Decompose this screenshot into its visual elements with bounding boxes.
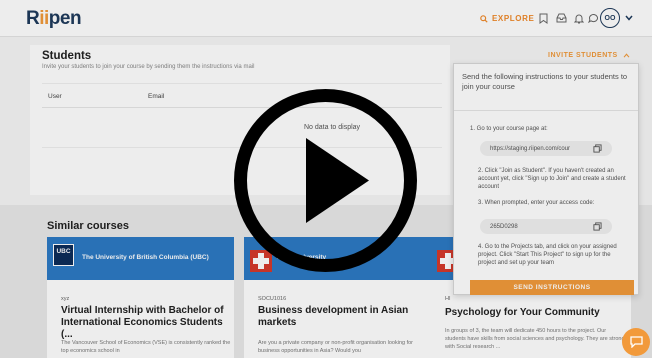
step-4: 4. Go to the Projects tab, and click on … [478,244,617,267]
course-title[interactable]: Psychology for Your Community [445,307,615,319]
top-navbar: Riipen EXPLORE OO [0,0,652,37]
course-title[interactable]: Virtual Internship with Bachelor of Inte… [61,305,231,341]
course-description: The Vancouver School of Economics (VSE) … [61,340,231,354]
bell-icon[interactable] [573,12,585,24]
students-subtitle: Invite your students to join your course… [42,64,255,70]
play-video-icon[interactable] [233,88,418,273]
students-title: Students [42,50,92,62]
user-avatar[interactable]: OO [600,8,620,28]
chevron-up-icon [623,53,630,58]
course-card[interactable]: UBC The University of British Columbia (… [47,237,234,358]
course-url-text: https://staging.riipen.com/cour [490,145,571,152]
step-1: 1. Go to your course page at: [470,126,548,132]
ubc-logo: UBC [53,244,74,266]
column-email[interactable]: Email [148,93,164,100]
access-code-field[interactable]: 265D0298 [480,219,612,234]
chat-widget-button[interactable] [622,328,650,356]
invite-students-label: INVITE STUDENTS [548,52,618,59]
course-code: SOCU1016 [258,296,287,302]
course-description: In groups of 3, the team will dedicate 4… [445,328,625,350]
page: Riipen EXPLORE OO Students Invite your s… [0,0,652,358]
column-user[interactable]: User [48,93,62,100]
explore-label: EXPLORE [492,14,535,23]
course-description: Are you a private company or non-profit … [258,340,414,354]
riipen-logo[interactable]: Riipen [26,8,82,30]
copy-icon[interactable] [593,222,602,231]
step-3: 3. When prompted, enter your access code… [478,200,595,206]
chevron-down-icon[interactable] [624,13,634,23]
access-code-text: 265D0298 [490,223,518,230]
course-card-header: UBC The University of British Columbia (… [47,237,234,280]
step-2: 2. Click "Join as Student". If you haven… [478,168,626,191]
chat-icon [629,336,643,348]
similar-courses-title: Similar courses [47,220,129,232]
course-code: xyz [61,296,70,302]
course-org-name: The University of British Columbia (UBC) [82,254,209,261]
course-code: HI [445,296,451,302]
explore-link[interactable]: EXPLORE [480,14,534,23]
popover-intro: Send the following instructions to your … [462,72,628,92]
search-icon [480,14,488,23]
copy-icon[interactable] [593,144,602,153]
bookmark-icon[interactable] [537,12,549,24]
send-instructions-button[interactable]: SEND INSTRUCTIONS [470,280,634,295]
divider [454,110,638,111]
course-title[interactable]: Business development in Asian markets [258,305,428,329]
inbox-icon[interactable] [555,12,567,24]
invite-instructions-popover: Send the following instructions to your … [453,63,639,295]
course-url-field[interactable]: https://staging.riipen.com/cour [480,141,612,156]
invite-students-button[interactable]: INVITE STUDENTS [548,52,630,59]
chat-bubble-icon[interactable] [587,12,599,24]
